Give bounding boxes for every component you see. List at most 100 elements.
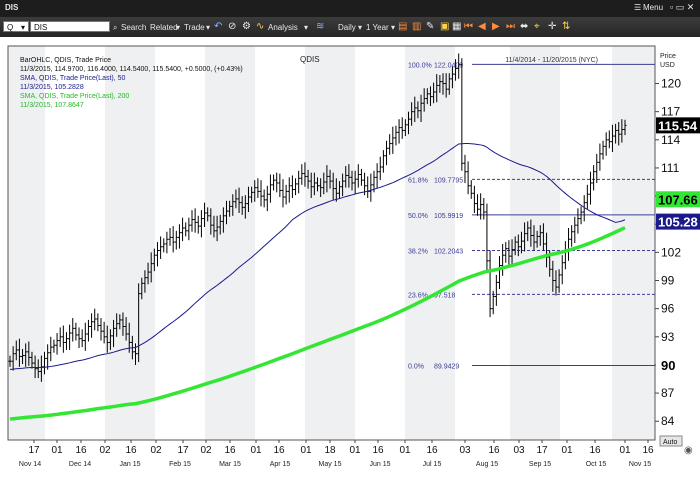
price-chart[interactable]: QDIS 11/4/2014 - 11/20/2015 (NYC) Price USD… bbox=[0, 37, 700, 484]
scroll-icon[interactable]: ◉ bbox=[684, 445, 693, 456]
y-tick-label: 84 bbox=[661, 414, 675, 428]
sma50-badge: 105.28 bbox=[658, 215, 698, 230]
x-tick-label: 03 bbox=[513, 445, 525, 456]
x-tick-label: 16 bbox=[224, 445, 236, 456]
draw-tools-icon[interactable]: ✎ bbox=[426, 22, 434, 32]
month-band bbox=[105, 46, 155, 440]
x-tick-label: 02 bbox=[200, 445, 212, 456]
legend-sma50-title: SMA, QDIS, Trade Price(Last), 50 bbox=[20, 75, 126, 82]
symbol-input[interactable]: DIS bbox=[30, 21, 110, 32]
interval-select[interactable]: Q ▾ bbox=[3, 21, 29, 32]
legend-sma200-values: 11/3/2015, 107.8647 bbox=[20, 102, 84, 109]
x-month-label: Jan 15 bbox=[119, 461, 140, 468]
y-tick-label: 99 bbox=[661, 274, 675, 288]
crosshair-icon[interactable]: ✛ bbox=[548, 22, 556, 32]
x-tick-label: 16 bbox=[273, 445, 285, 456]
x-tick-label: 02 bbox=[99, 445, 111, 456]
x-tick-label: 16 bbox=[589, 445, 601, 456]
chevron-down-icon: ▾ bbox=[20, 23, 25, 32]
data-window-icon[interactable]: ▦ bbox=[452, 22, 461, 32]
x-tick-label: 01 bbox=[349, 445, 361, 456]
x-month-label: Nov 15 bbox=[629, 461, 651, 468]
lock-icon[interactable]: ▣ bbox=[440, 22, 449, 32]
price-axis-title: Price bbox=[660, 53, 676, 60]
x-tick-label: 17 bbox=[536, 445, 548, 456]
x-month-label: Sep 15 bbox=[529, 461, 551, 468]
link-icon[interactable]: ⇅ bbox=[562, 22, 570, 32]
x-month-label: Jul 15 bbox=[423, 461, 442, 468]
chart-area[interactable]: QDIS 11/4/2014 - 11/20/2015 (NYC) Price USD… bbox=[0, 37, 700, 484]
y-tick-label: 120 bbox=[661, 77, 681, 91]
x-tick-label: 02 bbox=[150, 445, 162, 456]
fib-level-value: 109.7795 bbox=[434, 177, 463, 184]
menu-icon[interactable]: ☰ bbox=[634, 3, 641, 13]
fib-level-percent: 38.2% bbox=[408, 248, 428, 255]
x-tick-label: 01 bbox=[399, 445, 411, 456]
scroll-right-icon[interactable]: ▶ bbox=[492, 22, 500, 32]
x-tick-label: 16 bbox=[426, 445, 438, 456]
x-month-label: Nov 14 bbox=[19, 461, 41, 468]
x-tick-label: 01 bbox=[51, 445, 63, 456]
x-month-label: Jun 15 bbox=[369, 461, 390, 468]
scroll-first-icon[interactable]: ⏮ bbox=[464, 22, 473, 32]
level-90-badge: 90 bbox=[661, 358, 675, 373]
fib-level-value: 105.9919 bbox=[434, 213, 463, 220]
x-tick-label: 01 bbox=[619, 445, 631, 456]
zoom-icon[interactable]: ⬌ bbox=[520, 22, 528, 32]
trade-chevron-icon: ▾ bbox=[206, 23, 211, 32]
month-band bbox=[305, 46, 355, 440]
bar-style-icon[interactable]: ▥ bbox=[412, 22, 421, 32]
x-month-label: Feb 15 bbox=[169, 461, 191, 468]
toolbar: DIS ☰ Menu ▫ ▭ ✕ Q ▾ DIS ⌕ Search Related… bbox=[0, 0, 700, 38]
y-tick-label: 117 bbox=[661, 105, 680, 119]
interval-select-value: Q bbox=[7, 23, 14, 32]
period-chevron-icon: ▾ bbox=[358, 23, 363, 32]
scroll-last-icon[interactable]: ⏭ bbox=[506, 22, 515, 32]
legend-bar-title: BarOHLC, QDIS, Trade Price bbox=[20, 57, 111, 64]
related-button[interactable]: Related bbox=[150, 23, 178, 33]
x-tick-label: 16 bbox=[642, 445, 654, 456]
y-tick-label: 114 bbox=[661, 133, 680, 147]
window-title: DIS bbox=[5, 3, 19, 12]
fib-level-percent: 0.0% bbox=[408, 363, 424, 370]
legend-bar-values: 11/3/2015, 114.9700, 116.4000, 114.5400,… bbox=[20, 66, 243, 73]
period-select[interactable]: Daily bbox=[338, 23, 356, 33]
settings-icon[interactable]: ⚙ bbox=[242, 22, 251, 32]
study-icon[interactable]: ≋ bbox=[316, 22, 324, 32]
x-tick-label: 01 bbox=[300, 445, 312, 456]
menu-button[interactable]: Menu bbox=[643, 3, 663, 13]
symbol-input-value: DIS bbox=[34, 23, 48, 32]
x-month-label: Aug 15 bbox=[476, 461, 498, 468]
x-tick-label: 17 bbox=[177, 445, 189, 456]
analysis-button[interactable]: Analysis bbox=[268, 23, 298, 33]
search-button[interactable]: Search bbox=[121, 23, 146, 33]
window-controls-icon[interactable]: ▫ ▭ ✕ bbox=[670, 2, 694, 12]
chart-style-icon[interactable]: ▤ bbox=[398, 22, 407, 32]
chart-symbol: QDIS bbox=[300, 55, 320, 64]
search-icon[interactable]: ⌕ bbox=[113, 23, 117, 33]
x-tick-label: 01 bbox=[250, 445, 262, 456]
x-tick-label: 18 bbox=[324, 445, 336, 456]
stop-icon[interactable]: ⊘ bbox=[228, 22, 236, 32]
x-tick-label: 16 bbox=[372, 445, 384, 456]
y-tick-label: 87 bbox=[661, 386, 675, 400]
analysis-icon[interactable]: ∿ bbox=[256, 22, 264, 32]
y-tick-label: 111 bbox=[661, 161, 680, 175]
x-month-label: Oct 15 bbox=[586, 461, 607, 468]
trade-button[interactable]: Trade bbox=[184, 23, 205, 33]
x-tick-label: 16 bbox=[125, 445, 137, 456]
control-bar: Q ▾ DIS ⌕ Search Related ▾ Trade ▾ ↶ ⊘ ⚙ … bbox=[0, 17, 700, 37]
undo-icon[interactable]: ↶ bbox=[214, 22, 222, 32]
last-price-badge: 115.54 bbox=[658, 118, 698, 133]
cursor-icon[interactable]: ⌖ bbox=[534, 22, 540, 32]
related-chevron-icon: ▾ bbox=[176, 23, 181, 32]
title-bar: DIS ☰ Menu ▫ ▭ ✕ bbox=[0, 0, 700, 17]
auto-button[interactable]: Auto bbox=[663, 439, 678, 446]
x-month-label: May 15 bbox=[319, 461, 342, 468]
fib-level-value: 102.2043 bbox=[434, 248, 463, 255]
x-tick-label: 03 bbox=[459, 445, 471, 456]
range-select[interactable]: 1 Year bbox=[366, 23, 389, 33]
x-tick-label: 16 bbox=[488, 445, 500, 456]
legend-sma200-title: SMA, QDIS, Trade Price(Last), 200 bbox=[20, 93, 129, 100]
scroll-left-icon[interactable]: ◀ bbox=[478, 22, 486, 32]
